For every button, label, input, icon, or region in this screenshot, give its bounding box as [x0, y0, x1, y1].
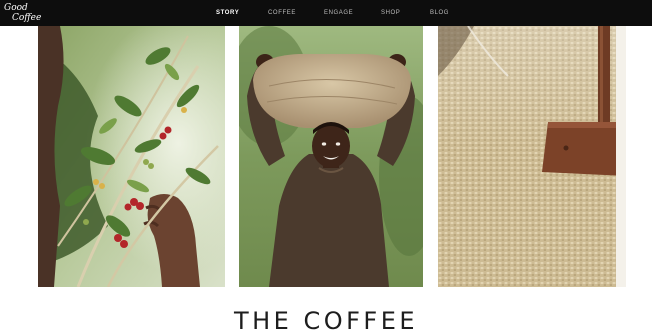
good-coffee-logo[interactable]: Good Coffee: [3, 1, 41, 25]
nav-item-blog[interactable]: BLOG: [430, 0, 449, 26]
nav-item-shop[interactable]: SHOP: [381, 0, 400, 26]
nav-item-coffee[interactable]: COFFEE: [268, 0, 296, 26]
coffee-cherries-photo: [38, 26, 225, 287]
top-navbar: Good Coffee STORY COFFEE ENGAGE SHOP BLO…: [0, 0, 652, 26]
nav-item-engage[interactable]: ENGAGE: [324, 0, 353, 26]
section-title: THE COFFEE: [233, 307, 419, 335]
logo-line-1: Good: [4, 3, 28, 13]
drying-coffee-beans-photo: [438, 26, 626, 287]
nav-item-story[interactable]: STORY: [216, 0, 239, 26]
child-with-coffee-sack-photo: [239, 26, 423, 287]
logo-line-2: Coffee: [12, 13, 42, 23]
